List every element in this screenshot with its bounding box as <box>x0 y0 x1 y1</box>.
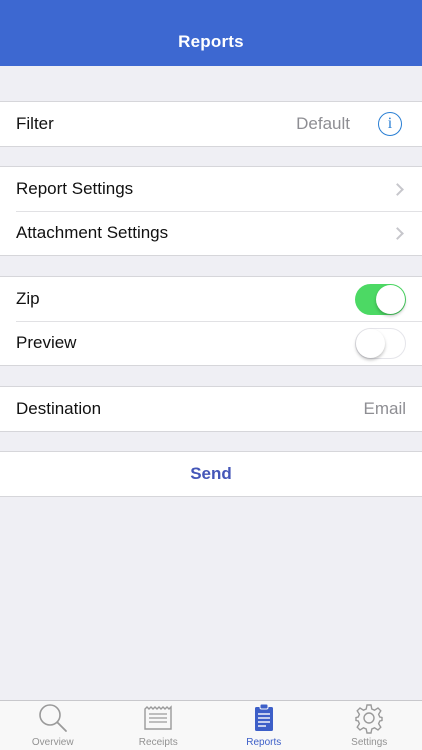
clipboard-icon <box>254 703 273 731</box>
destination-value: Email <box>363 399 406 418</box>
chevron-right-icon <box>391 226 404 240</box>
tab-overview[interactable]: Overview <box>0 701 106 750</box>
tab-receipts[interactable]: Receipts <box>106 701 212 750</box>
page-title: Reports <box>178 32 244 51</box>
destination-row[interactable]: Destination Email <box>0 387 422 431</box>
tab-label: Overview <box>31 737 74 748</box>
attachment-settings-row[interactable]: Attachment Settings <box>0 211 422 255</box>
filter-label: Filter <box>16 114 54 133</box>
preview-toggle[interactable] <box>355 327 406 359</box>
toggle-knob <box>376 284 405 314</box>
navigation-bar: Reports <box>0 0 422 66</box>
settings-section: Report Settings Attachment Settings <box>0 166 422 256</box>
destination-label: Destination <box>16 399 102 418</box>
tab-bar: Overview Receipts Reports Settings <box>0 700 422 750</box>
send-label: Send <box>190 464 232 483</box>
toggle-knob <box>356 328 385 358</box>
options-section: Zip Preview <box>0 276 422 366</box>
send-button[interactable]: Send <box>0 452 422 496</box>
filter-value: Default <box>296 114 350 133</box>
zip-row: Zip <box>0 277 422 321</box>
tab-label: Reports <box>246 737 282 748</box>
zip-label: Zip <box>16 289 40 308</box>
tab-reports[interactable]: Reports <box>211 701 317 750</box>
tab-label: Settings <box>351 737 388 748</box>
attachment-settings-label: Attachment Settings <box>16 223 169 242</box>
receipt-icon <box>144 705 172 730</box>
preview-label: Preview <box>16 333 77 352</box>
filter-row[interactable]: Filter Default i <box>0 102 422 146</box>
tab-settings[interactable]: Settings <box>317 701 422 750</box>
info-icon[interactable]: i <box>378 112 402 136</box>
gear-icon <box>355 704 383 734</box>
send-section: Send <box>0 451 422 497</box>
report-settings-row[interactable]: Report Settings <box>0 167 422 211</box>
preview-row: Preview <box>0 321 422 365</box>
destination-section: Destination Email <box>0 386 422 432</box>
filter-section: Filter Default i <box>0 101 422 147</box>
magnifier-icon <box>38 704 67 732</box>
tab-label: Receipts <box>138 737 178 748</box>
zip-toggle[interactable] <box>355 283 406 315</box>
chevron-right-icon <box>391 182 404 196</box>
report-settings-label: Report Settings <box>16 179 134 198</box>
